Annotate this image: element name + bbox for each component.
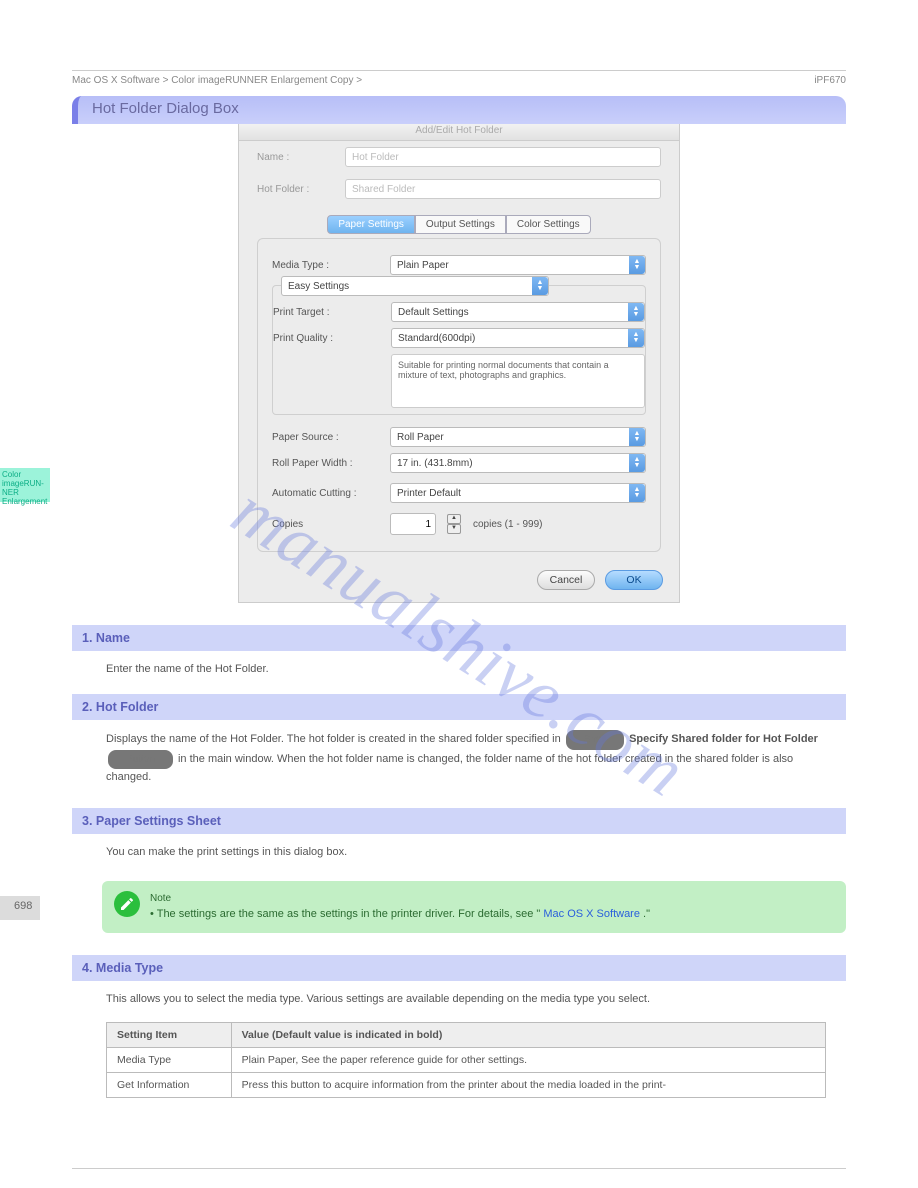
select-arrows-icon: ▲▼	[628, 329, 644, 347]
easy-settings-group: Easy Settings ▲▼ Print Target : Default …	[272, 285, 646, 415]
roll-width-select[interactable]: 17 in. (431.8mm) ▲▼	[390, 453, 646, 473]
paper-source-label: Paper Source :	[272, 432, 382, 443]
select-arrows-icon: ▲▼	[629, 428, 645, 446]
select-arrows-icon: ▲▼	[532, 277, 548, 295]
print-quality-select[interactable]: Standard(600dpi) ▲▼	[391, 328, 645, 348]
note-box: Note • The settings are the same as the …	[102, 881, 846, 933]
tab-paper-settings[interactable]: Paper Settings	[327, 215, 415, 234]
button-token: Button	[108, 750, 173, 770]
paper-source-select[interactable]: Roll Paper ▲▼	[390, 427, 646, 447]
media-settings-table: Setting Item Value (Default value is ind…	[106, 1022, 826, 1098]
table-row: Get Information Press this button to acq…	[107, 1072, 826, 1097]
select-arrows-icon: ▲▼	[629, 454, 645, 472]
auto-cutting-select[interactable]: Printer Default ▲▼	[390, 483, 646, 503]
tab-color-settings[interactable]: Color Settings	[506, 215, 591, 234]
bottom-rule	[72, 1168, 846, 1169]
print-target-label: Print Target :	[273, 307, 383, 318]
print-quality-label: Print Quality :	[273, 333, 383, 344]
hot-folder-input[interactable]	[345, 179, 661, 199]
cancel-button[interactable]: Cancel	[537, 570, 595, 590]
copies-range: copies (1 - 999)	[473, 519, 542, 530]
roll-width-label: Roll Paper Width :	[272, 458, 382, 469]
section-media-text: This allows you to select the media type…	[106, 991, 836, 1008]
print-target-select[interactable]: Default Settings ▲▼	[391, 302, 645, 322]
section-name-text: Enter the name of the Hot Folder.	[106, 661, 836, 678]
quality-description: Suitable for printing normal documents t…	[391, 354, 645, 408]
auto-cutting-label: Automatic Cutting :	[272, 488, 382, 499]
callout-title: Hot Folder Dialog Box	[92, 100, 239, 117]
pencil-icon	[114, 891, 140, 917]
add-edit-hot-folder-dialog: Add/Edit Hot Folder Name : Hot Folder : …	[238, 120, 680, 603]
settings-tabs: Paper Settings Output Settings Color Set…	[239, 215, 679, 234]
ok-button[interactable]: OK	[605, 570, 663, 590]
section-hot-folder: 2. Hot Folder	[72, 694, 846, 720]
table-row: Media Type Plain Paper, See the paper re…	[107, 1047, 826, 1072]
copies-stepper[interactable]: ▲ ▼	[447, 514, 461, 534]
table-header-row: Setting Item Value (Default value is ind…	[107, 1022, 826, 1047]
select-arrows-icon: ▲▼	[629, 484, 645, 502]
section-hot-folder-text: Displays the name of the Hot Folder. The…	[106, 730, 836, 786]
note-text: Note • The settings are the same as the …	[150, 891, 650, 923]
top-rule	[72, 70, 846, 71]
page-number: 698	[14, 900, 32, 912]
col-setting: Setting Item	[107, 1022, 232, 1047]
note-link[interactable]: Mac OS X Software	[543, 908, 640, 920]
select-arrows-icon: ▲▼	[628, 303, 644, 321]
media-type-select[interactable]: Plain Paper ▲▼	[390, 255, 646, 275]
breadcrumb: Mac OS X Software > Color imageRUNNER En…	[72, 75, 846, 86]
hot-folder-callout: Hot Folder Dialog Box	[72, 96, 846, 124]
section-paper-text: You can make the print settings in this …	[106, 844, 836, 861]
shell-token: Shell	[566, 730, 624, 750]
easy-settings-select[interactable]: Easy Settings ▲▼	[281, 276, 549, 296]
hot-folder-label: Hot Folder :	[257, 184, 335, 195]
select-arrows-icon: ▲▼	[629, 256, 645, 274]
section-name: 1. Name	[72, 625, 846, 651]
hot-folder-link: Specify Shared folder for Hot Folder	[629, 733, 818, 745]
media-type-label: Media Type :	[272, 260, 382, 271]
dialog-title: Add/Edit Hot Folder	[239, 121, 679, 141]
stepper-down-icon[interactable]: ▼	[447, 524, 461, 534]
section-paper-settings: 3. Paper Settings Sheet	[72, 808, 846, 834]
breadcrumb-right: iPF670	[814, 75, 846, 86]
copies-label: Copies	[272, 519, 382, 530]
name-label: Name :	[257, 152, 335, 163]
breadcrumb-left: Mac OS X Software > Color imageRUNNER En…	[72, 75, 362, 86]
side-tab: Color imageRUN-NER Enlargement	[0, 468, 50, 502]
copies-input[interactable]	[390, 513, 436, 535]
name-input[interactable]	[345, 147, 661, 167]
col-value: Value (Default value is indicated in bol…	[231, 1022, 825, 1047]
stepper-up-icon[interactable]: ▲	[447, 514, 461, 524]
section-media-type: 4. Media Type	[72, 955, 846, 981]
paper-settings-panel: Media Type : Plain Paper ▲▼ Easy Setting…	[257, 238, 661, 552]
tab-output-settings[interactable]: Output Settings	[415, 215, 506, 234]
